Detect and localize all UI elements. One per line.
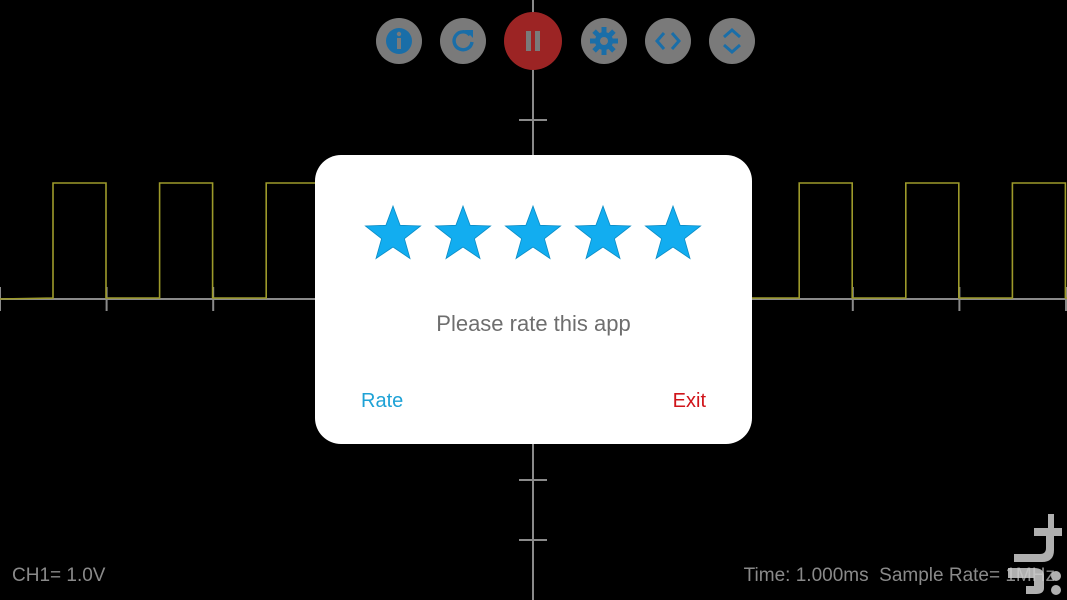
info-button[interactable] [376,18,422,64]
star-icon[interactable] [503,203,563,263]
refresh-icon [452,30,474,52]
horizontal-zoom-button[interactable] [645,18,691,64]
gear-icon [590,27,618,55]
chevrons-horizontal-icon [655,32,681,50]
star-icon[interactable] [363,203,423,263]
star-icon[interactable] [643,203,703,263]
star-icon[interactable] [433,203,493,263]
exit-button[interactable]: Exit [673,390,706,413]
rate-prompt: Please rate this app [436,311,631,336]
rate-button[interactable]: Rate [361,390,403,413]
reset-button[interactable] [440,18,486,64]
pause-button[interactable] [504,12,562,70]
star-icon[interactable] [573,203,633,263]
channel-readout: CH1= 1.0V [12,565,106,586]
settings-button[interactable] [581,18,627,64]
star-rating[interactable] [315,203,752,267]
info-icon [386,28,412,54]
rate-dialog: Please rate this app Rate Exit [315,155,752,444]
pause-icon [526,31,540,51]
toolbar [0,0,1067,90]
chevrons-vertical-icon [723,28,741,54]
vertical-zoom-button[interactable] [709,18,755,64]
store-logo-icon [1008,514,1062,595]
